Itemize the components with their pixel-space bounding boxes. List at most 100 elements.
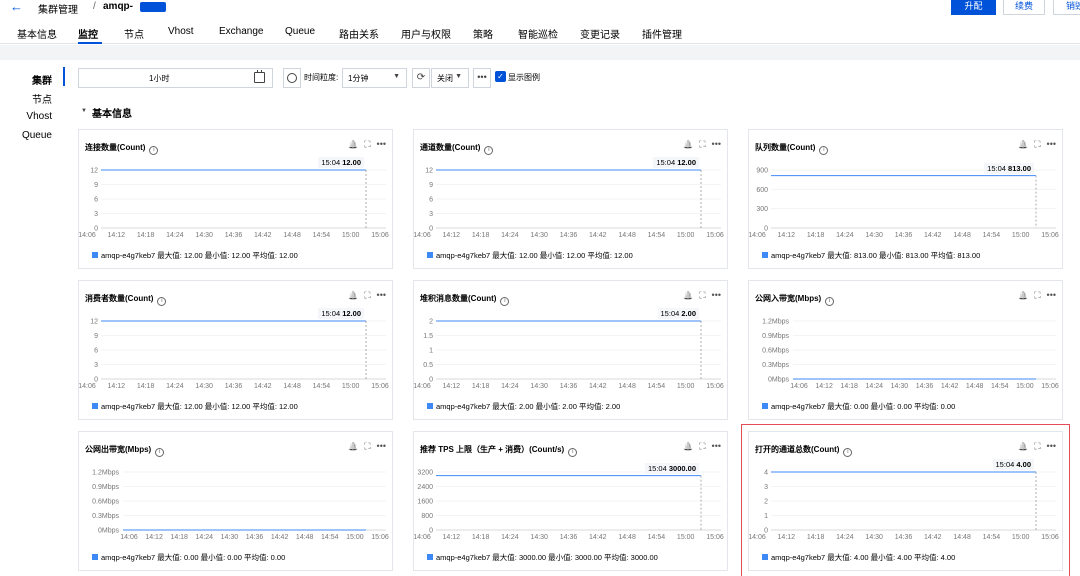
- x-tick-label: 14:30: [530, 383, 548, 389]
- x-tick-label: 15:06: [1041, 383, 1059, 389]
- info-icon[interactable]: i: [825, 297, 835, 306]
- info-icon[interactable]: i: [843, 448, 853, 457]
- fullscreen-icon[interactable]: ⛶: [364, 441, 370, 451]
- x-tick-label: 14:48: [618, 383, 636, 389]
- tab-nodes[interactable]: 节点: [124, 26, 144, 41]
- fullscreen-icon[interactable]: ⛶: [1034, 441, 1040, 451]
- more-icon[interactable]: •••: [377, 441, 386, 451]
- bell-icon[interactable]: 🔔: [683, 140, 693, 149]
- line-chart[interactable]: 1.2Mbps 0.9Mbps 0.6Mbps 0.3Mbps 0Mbps14:06 14…: [79, 460, 394, 541]
- x-tick-label: 14:36: [560, 534, 578, 540]
- x-tick-label: 14:06: [749, 534, 766, 540]
- more-icon[interactable]: •••: [377, 290, 386, 300]
- fullscreen-icon[interactable]: ⛶: [699, 139, 705, 149]
- x-tick-label: 14:06: [414, 534, 431, 540]
- legend-swatch: [92, 252, 98, 258]
- granularity-select[interactable]: 1分钟 ▼: [342, 68, 407, 88]
- legend[interactable]: amqp-e4g7keb7 最大值: 813.00 最小值: 813.00 平均…: [762, 250, 980, 261]
- legend[interactable]: amqp-e4g7keb7 最大值: 12.00 最小值: 12.00 平均值:…: [427, 250, 633, 261]
- tooltip-time: 15:04: [656, 158, 676, 167]
- fullscreen-icon[interactable]: ⛶: [699, 290, 705, 300]
- info-icon[interactable]: i: [157, 297, 167, 306]
- tab-inspection[interactable]: 智能巡检: [518, 26, 558, 41]
- line-chart[interactable]: 12963014:06 14:12 14:18 14:24 14:30 14:36 14:4…: [79, 309, 394, 390]
- breadcrumb-root[interactable]: 集群管理: [38, 1, 78, 16]
- info-icon[interactable]: i: [155, 448, 165, 457]
- bell-icon[interactable]: 🔔: [1018, 291, 1028, 300]
- sidenav-vhost[interactable]: Vhost: [26, 111, 52, 122]
- x-tick-label: 14:48: [618, 232, 636, 238]
- x-tick-label: 14:12: [778, 534, 796, 540]
- fullscreen-icon[interactable]: ⛶: [364, 290, 370, 300]
- bell-icon[interactable]: 🔔: [683, 442, 693, 451]
- bell-icon[interactable]: 🔔: [1018, 140, 1028, 149]
- line-chart[interactable]: 21.510.5014:06 14:12 14:18 14:24 14:30 14:36 1…: [414, 309, 729, 390]
- chart-tooltip: 15:04 813.00: [984, 162, 1034, 174]
- destroy-button[interactable]: 销毁: [1053, 0, 1080, 15]
- renew-button[interactable]: 续费: [1003, 0, 1045, 15]
- more-icon[interactable]: •••: [712, 139, 721, 149]
- x-tick-label: 14:18: [840, 383, 858, 389]
- time-range-picker[interactable]: 1小时: [78, 68, 273, 88]
- legend[interactable]: amqp-e4g7keb7 最大值: 4.00 最小值: 4.00 平均值: 4…: [762, 552, 955, 563]
- x-tick-label: 14:54: [313, 232, 331, 238]
- auto-refresh-select[interactable]: 关闭 ▼: [431, 68, 469, 88]
- fullscreen-icon[interactable]: ⛶: [699, 441, 705, 451]
- tab-basic-info[interactable]: 基本信息: [17, 26, 57, 41]
- fullscreen-icon[interactable]: ⛶: [364, 139, 370, 149]
- legend[interactable]: amqp-e4g7keb7 最大值: 0.00 最小值: 0.00 平均值: 0…: [92, 552, 285, 563]
- legend[interactable]: amqp-e4g7keb7 最大值: 2.00 最小值: 2.00 平均值: 2…: [427, 401, 620, 412]
- more-icon[interactable]: •••: [712, 290, 721, 300]
- legend[interactable]: amqp-e4g7keb7 最大值: 0.00 最小值: 0.00 平均值: 0…: [762, 401, 955, 412]
- y-tick-label: 900: [756, 168, 768, 175]
- legend[interactable]: amqp-e4g7keb7 最大值: 3000.00 最小值: 3000.00 …: [427, 552, 658, 563]
- fullscreen-icon[interactable]: ⛶: [1034, 290, 1040, 300]
- card-title-text: 公网出带宽(Mbps): [85, 445, 152, 454]
- bell-icon[interactable]: 🔔: [683, 291, 693, 300]
- arrow-left-icon[interactable]: ←: [10, 0, 23, 14]
- more-options-icon[interactable]: •••: [473, 68, 491, 88]
- tab-routing[interactable]: 路由关系: [339, 26, 379, 41]
- line-chart[interactable]: 12963014:06 14:12 14:18 14:24 14:30 14:36 14:4…: [414, 158, 729, 239]
- show-legend-checkbox[interactable]: ✓: [495, 71, 506, 82]
- info-icon[interactable]: i: [568, 448, 578, 457]
- show-legend-label: 显示图例: [508, 73, 540, 82]
- tab-queue[interactable]: Queue: [285, 26, 315, 37]
- tab-policy[interactable]: 策略: [473, 26, 493, 41]
- tab-change-log[interactable]: 变更记录: [580, 26, 620, 41]
- info-icon[interactable]: i: [484, 146, 494, 155]
- more-icon[interactable]: •••: [377, 139, 386, 149]
- tooltip-value: 12.00: [342, 158, 361, 167]
- sidenav-queue[interactable]: Queue: [22, 130, 52, 141]
- card-title-text: 推荐 TPS 上限（生产 + 消费）(Count/s): [420, 445, 565, 454]
- tab-exchange[interactable]: Exchange: [219, 26, 263, 37]
- info-icon[interactable]: i: [500, 297, 510, 306]
- clock-button[interactable]: [283, 68, 301, 88]
- tab-users-permissions[interactable]: 用户与权限: [401, 26, 451, 41]
- bell-icon[interactable]: 🔔: [348, 291, 358, 300]
- info-icon[interactable]: i: [819, 146, 829, 155]
- line-chart[interactable]: 1.2Mbps 0.9Mbps 0.6Mbps 0.3Mbps 0Mbps14:06 14…: [749, 309, 1064, 390]
- bell-icon[interactable]: 🔔: [348, 140, 358, 149]
- tab-plugins[interactable]: 插件管理: [642, 26, 682, 41]
- upgrade-button[interactable]: 升配: [951, 0, 996, 15]
- sidenav-cluster[interactable]: 集群: [32, 72, 52, 87]
- info-icon[interactable]: i: [149, 146, 159, 155]
- bell-icon[interactable]: 🔔: [348, 442, 358, 451]
- calendar-icon: [254, 70, 265, 83]
- fullscreen-icon[interactable]: ⛶: [1034, 139, 1040, 149]
- collapse-caret-icon[interactable]: ▼: [81, 108, 87, 114]
- more-icon[interactable]: •••: [1047, 290, 1056, 300]
- bell-icon[interactable]: 🔔: [1018, 442, 1028, 451]
- sidenav-nodes[interactable]: 节点: [32, 91, 52, 106]
- line-chart[interactable]: 12963014:06 14:12 14:18 14:24 14:30 14:36 14:4…: [79, 158, 394, 239]
- more-icon[interactable]: •••: [712, 441, 721, 451]
- line-chart[interactable]: 4321014:06 14:12 14:18 14:24 14:30 14:36 14:42…: [749, 460, 1064, 541]
- refresh-icon[interactable]: ⟳: [412, 68, 430, 88]
- tab-vhost[interactable]: Vhost: [168, 26, 194, 37]
- tab-monitor[interactable]: 监控: [78, 26, 98, 41]
- more-icon[interactable]: •••: [1047, 441, 1056, 451]
- more-icon[interactable]: •••: [1047, 139, 1056, 149]
- legend[interactable]: amqp-e4g7keb7 最大值: 12.00 最小值: 12.00 平均值:…: [92, 250, 298, 261]
- legend[interactable]: amqp-e4g7keb7 最大值: 12.00 最小值: 12.00 平均值:…: [92, 401, 298, 412]
